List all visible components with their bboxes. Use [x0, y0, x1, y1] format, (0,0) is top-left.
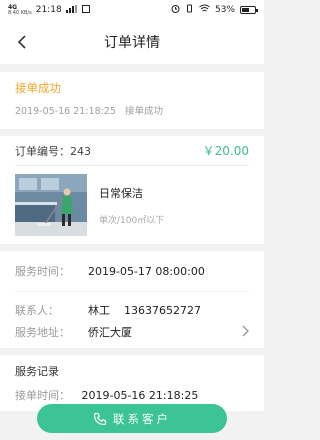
cleaning-photo: [15, 174, 87, 236]
service-info: 日常保洁 单次/100㎡以下: [99, 185, 164, 226]
service-info-card: 服务时间： 2019-05-17 08:00:00 联系人： 林工 136376…: [0, 251, 264, 348]
address-row[interactable]: 服务地址： 侨汇大厦: [15, 322, 249, 348]
service-record-card: 服务记录 接单时间： 2019-05-16 21:18:25: [0, 355, 264, 411]
contact-customer-label: 联系客户: [113, 411, 171, 426]
service-thumbnail: [15, 174, 87, 236]
order-price: ￥20.00: [202, 144, 249, 158]
contact-row: 联系人： 林工 13637652727: [15, 292, 249, 322]
contact-label: 联系人：: [15, 304, 59, 317]
service-unit: 单次/100㎡以下: [99, 215, 165, 226]
order-header: 订单编号：243 ￥20.00: [15, 136, 249, 166]
contact-customer-button[interactable]: 联系客户: [37, 404, 227, 433]
battery-icon: [240, 6, 258, 14]
battery-percent: 53%: [214, 5, 235, 15]
signal-icon: [65, 4, 78, 16]
order-status-title: 接单成功: [15, 81, 61, 95]
service-time-row: 服务时间： 2019-05-17 08:00:00: [15, 251, 249, 292]
accept-time-row: 接单时间： 2019-05-16 21:18:25: [15, 387, 249, 403]
service-record-title: 服务记录: [15, 365, 59, 378]
accept-time-value: 2019-05-16 21:18:25: [81, 389, 199, 402]
phone-icon: [93, 412, 107, 425]
service-time-label: 服务时间：: [15, 265, 70, 278]
contact-phone: 13637652727: [124, 303, 201, 317]
order-status-datetime: 2019-05-16 21:18:25: [15, 106, 116, 117]
notification-icon: [81, 4, 90, 16]
network-speed: 8.40 KB/s: [8, 9, 32, 16]
order-card: 订单编号：243 ￥20.00 日常保洁 单次/100㎡以下: [0, 136, 264, 244]
order-number: 订单编号：243: [15, 144, 91, 158]
status-left: 4G 8.40 KB/s 21:18: [8, 4, 90, 16]
order-status-detail: 2019-05-16 21:18:25 接单成功: [15, 103, 249, 117]
contact-name: 林工: [88, 304, 110, 317]
clock: 21:18: [35, 5, 62, 15]
page-title: 订单详情: [104, 35, 160, 51]
service-name: 日常保洁: [99, 186, 143, 200]
chevron-right-icon: [242, 325, 249, 337]
address-label: 服务地址：: [15, 326, 70, 339]
order-status-note: 接单成功: [124, 106, 163, 117]
order-status-card: 接单成功 2019-05-16 21:18:25 接单成功: [0, 72, 264, 129]
wifi-icon: [199, 4, 210, 16]
status-bar: 4G 8.40 KB/s 21:18 53%: [0, 0, 264, 20]
nav-bar: 订单详情: [0, 20, 264, 64]
address-value: 侨汇大厦: [88, 326, 132, 339]
service-item[interactable]: 日常保洁 单次/100㎡以下: [15, 166, 249, 244]
accept-time-label: 接单时间：: [15, 389, 70, 402]
vibrate-icon: [185, 4, 194, 16]
chevron-left-icon: [17, 35, 26, 49]
status-right: 53%: [171, 4, 258, 16]
back-button[interactable]: [12, 32, 32, 52]
network-indicator: 4G 8.40 KB/s: [8, 4, 32, 16]
service-time-value: 2019-05-17 08:00:00: [88, 264, 205, 278]
alarm-icon: [171, 4, 180, 16]
